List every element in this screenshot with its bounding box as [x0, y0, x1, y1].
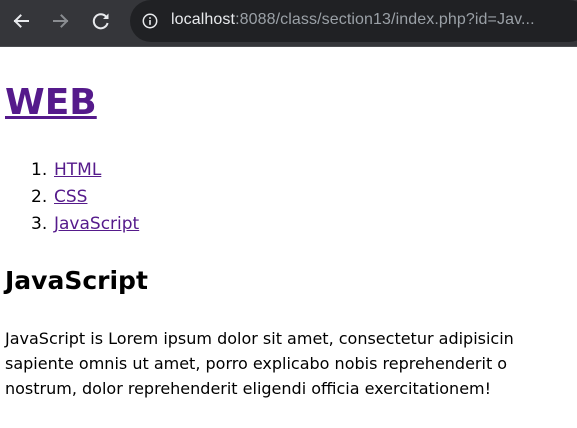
nav-link-javascript[interactable]: JavaScript: [54, 214, 139, 234]
back-button[interactable]: [9, 9, 33, 33]
list-item: 3. JavaScript: [0, 211, 139, 238]
page-heading: JavaScript: [5, 266, 148, 295]
url-path: :8088/class/section13/index.php?id=Jav..…: [235, 11, 535, 28]
description-line: sapiente omnis ut amet, porro explicabo …: [5, 354, 508, 373]
arrow-right-icon: [53, 14, 69, 28]
list-item: 2. CSS: [0, 184, 139, 211]
list-item: 1. HTML: [0, 157, 139, 184]
list-number: 1.: [31, 160, 48, 180]
address-bar[interactable]: localhost:8088/class/section13/index.php…: [130, 0, 577, 42]
list-number: 3.: [31, 214, 48, 234]
description-line: JavaScript is Lorem ipsum dolor sit amet…: [5, 329, 514, 348]
list-number: 2.: [31, 187, 48, 207]
arrow-left-icon: [13, 14, 29, 28]
site-title: WEB: [5, 81, 97, 125]
description-text: JavaScript is Lorem ipsum dolor sit amet…: [5, 326, 577, 401]
site-title-link[interactable]: WEB: [5, 82, 97, 123]
page-content: WEB 1. HTML 2. CSS 3. JavaScript JavaScr…: [0, 46, 577, 428]
nav-link-html[interactable]: HTML: [54, 160, 101, 180]
info-icon[interactable]: [142, 13, 158, 29]
forward-button[interactable]: [49, 9, 73, 33]
url-text[interactable]: localhost:8088/class/section13/index.php…: [171, 11, 535, 29]
reload-button[interactable]: [89, 9, 113, 33]
description-line: nostrum, dolor reprehenderit eligendi of…: [5, 379, 492, 398]
url-host: localhost: [171, 11, 236, 28]
browser-toolbar: localhost:8088/class/section13/index.php…: [0, 0, 577, 47]
nav-link-css[interactable]: CSS: [54, 187, 87, 207]
topic-list: 1. HTML 2. CSS 3. JavaScript: [0, 157, 139, 238]
reload-icon: [92, 13, 109, 30]
